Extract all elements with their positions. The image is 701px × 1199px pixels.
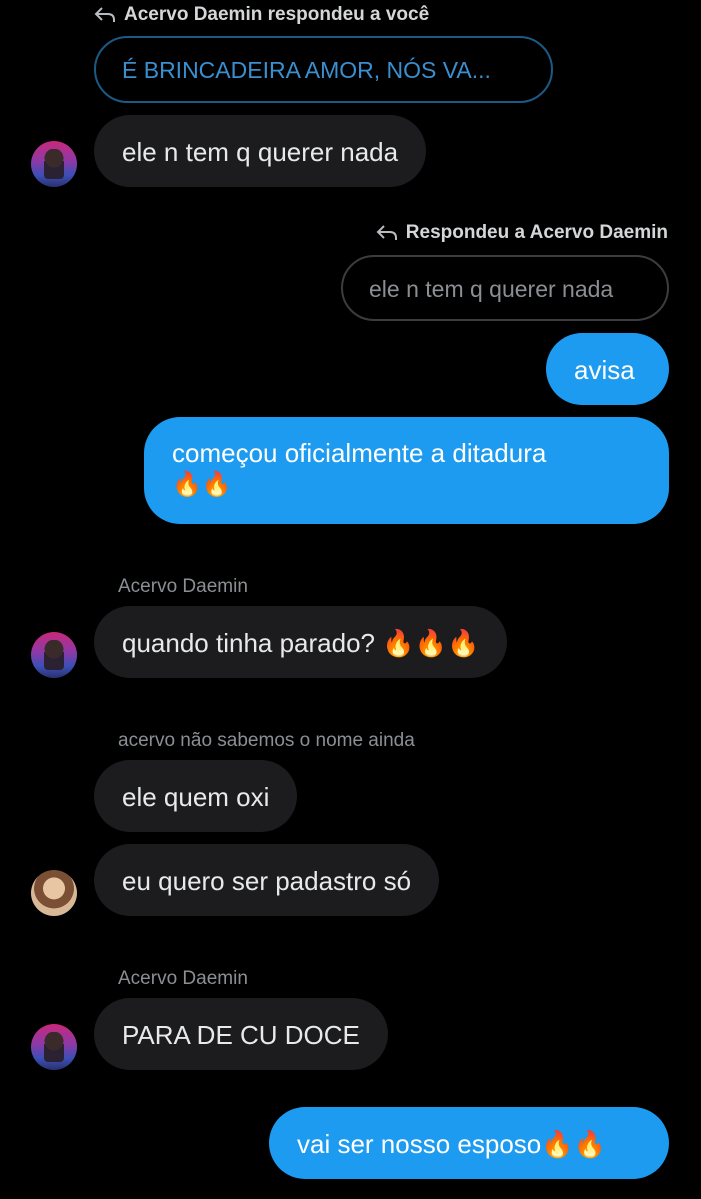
message-text: ele quem oxi	[122, 782, 270, 812]
reply-header-text: Respondeu a Acervo Daemin	[405, 222, 668, 243]
message-text: ele n tem q querer nada	[122, 137, 399, 167]
quoted-text: É BRINCADEIRA AMOR, NÓS VA...	[122, 57, 491, 83]
message-bubble-incoming[interactable]: ele n tem q querer nada	[94, 115, 427, 187]
message-text: eu quero ser padastro só	[122, 866, 412, 896]
reply-arrow-icon	[376, 225, 397, 240]
quoted-message[interactable]: ele n tem q querer nada	[341, 255, 669, 321]
message-text: avisa	[574, 355, 635, 385]
message-bubble-incoming[interactable]: PARA DE CU DOCE	[94, 998, 388, 1070]
quoted-message[interactable]: É BRINCADEIRA AMOR, NÓS VA...	[94, 36, 553, 103]
reply-header-outgoing: Respondeu a Acervo Daemin	[376, 222, 668, 244]
message-bubble-outgoing[interactable]: vai ser nosso esposo🔥🔥	[269, 1107, 669, 1179]
sender-name: Acervo Daemin	[118, 576, 248, 597]
quoted-text: ele n tem q querer nada	[369, 276, 614, 302]
avatar-acervo-daemin[interactable]	[31, 141, 77, 187]
reply-header-text: Acervo Daemin respondeu a você	[124, 4, 430, 25]
message-bubble-incoming[interactable]: quando tinha parado? 🔥🔥🔥	[94, 606, 508, 678]
message-text: PARA DE CU DOCE	[122, 1020, 360, 1050]
message-bubble-outgoing[interactable]: avisa	[546, 333, 669, 405]
avatar-user[interactable]	[31, 870, 77, 916]
sender-name: acervo não sabemos o nome ainda	[118, 730, 415, 751]
message-bubble-outgoing[interactable]: começou oficialmente a ditadura 🔥🔥	[144, 417, 669, 524]
message-bubble-incoming[interactable]: eu quero ser padastro só	[94, 844, 440, 916]
fire-emoji: 🔥🔥	[172, 471, 232, 498]
message-bubble-incoming[interactable]: ele quem oxi	[94, 760, 298, 832]
reply-arrow-icon	[94, 7, 115, 22]
reply-header-incoming: Acervo Daemin respondeu a você	[94, 4, 429, 26]
avatar-acervo-daemin[interactable]	[31, 632, 77, 678]
avatar-acervo-daemin[interactable]	[31, 1024, 77, 1070]
message-text: quando tinha parado? 🔥🔥🔥	[122, 628, 480, 658]
message-text: vai ser nosso esposo🔥🔥	[297, 1129, 606, 1159]
message-text: começou oficialmente a ditadura	[172, 438, 547, 468]
sender-name: Acervo Daemin	[118, 968, 248, 989]
